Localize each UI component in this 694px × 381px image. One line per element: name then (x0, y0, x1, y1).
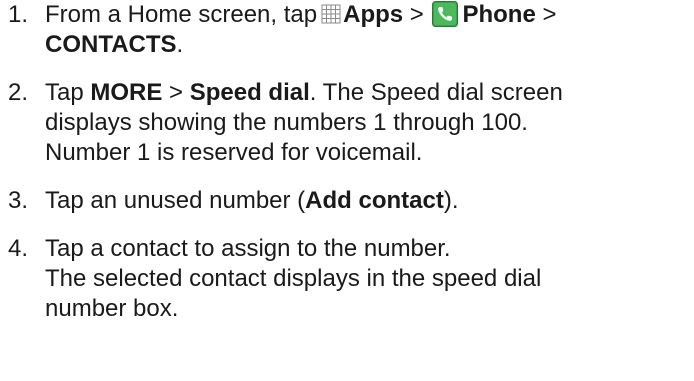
speed-dial-label: Speed dial (189, 79, 310, 106)
step-2-line-2: displays showing the numbers 1 through 1… (45, 109, 528, 136)
apps-label: Apps (343, 1, 404, 28)
contacts-label: CONTACTS (45, 31, 177, 58)
step-number: 2. (8, 79, 29, 106)
step-number: 4. (8, 235, 29, 262)
step-1: 1. From a Home screen, tap Apps > Phone … (0, 0, 694, 60)
add-contact-label: Add contact (305, 187, 444, 214)
step-text: ). (443, 187, 459, 214)
step-4-line-3: number box. (45, 295, 179, 322)
step-number: 1. (8, 1, 29, 28)
period: . (176, 31, 184, 58)
step-text: Tap (45, 79, 84, 106)
separator: > (169, 79, 184, 106)
step-2-line-3: Number 1 is reserved for voicemail. (45, 139, 423, 166)
phone-label: Phone (462, 1, 536, 28)
more-label: MORE (90, 79, 163, 106)
step-3-line-1: Tap an unused number (Add contact). (45, 186, 694, 216)
step-text: Tap an unused number ( (45, 187, 306, 214)
step-4: 4. Tap a contact to assign to the number… (0, 234, 694, 324)
apps-grid-icon (321, 4, 341, 24)
step-number: 3. (8, 187, 29, 214)
step-1-line-2: CONTACTS. (45, 30, 694, 60)
step-text: . The Speed dial screen (309, 79, 563, 106)
steps-list: 1. From a Home screen, tap Apps > Phone … (0, 0, 694, 324)
instruction-page: 1. From a Home screen, tap Apps > Phone … (0, 0, 694, 381)
separator: > (409, 1, 424, 28)
step-4-line-1: Tap a contact to assign to the number. (45, 235, 451, 262)
separator: > (542, 1, 557, 28)
step-3: 3. Tap an unused number (Add contact). (0, 186, 694, 216)
step-text: From a Home screen, tap (45, 1, 318, 28)
step-2-line-1: Tap MORE > Speed dial. The Speed dial sc… (45, 78, 694, 108)
step-4-line-2: The selected contact displays in the spe… (45, 265, 542, 292)
phone-app-icon (432, 1, 459, 27)
step-2: 2. Tap MORE > Speed dial. The Speed dial… (0, 78, 694, 168)
step-1-line-1: From a Home screen, tap Apps > Phone > (45, 0, 694, 30)
